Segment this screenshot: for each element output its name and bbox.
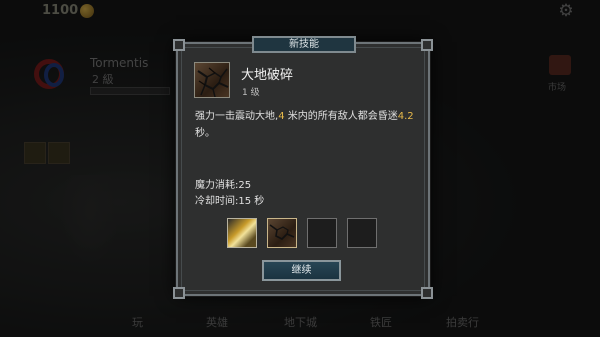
earth-shatter-slot-icon[interactable]: [267, 218, 297, 248]
empty-skill-slot[interactable]: [307, 218, 337, 248]
frame-corner: [173, 287, 185, 299]
bottom-nav: 玩 英雄 地下城 铁匠 拍卖行: [0, 300, 600, 337]
desc-text: 米内的所有敌人都会昏迷: [284, 111, 398, 122]
xp-bar: [90, 87, 170, 95]
hero-level: 2 級: [92, 73, 114, 86]
top-bar: 1100 ⚙: [0, 0, 600, 22]
empty-skill-slot[interactable]: [347, 218, 377, 248]
ability-slot-icon[interactable]: [24, 142, 46, 164]
hero-emblem-icon[interactable]: [30, 55, 70, 115]
nav-auction-house[interactable]: 拍卖行: [446, 314, 479, 330]
frame-corner: [421, 287, 433, 299]
blade-skill-slot-icon[interactable]: [227, 218, 257, 248]
gold-coin-icon: [80, 4, 94, 18]
gear-icon[interactable]: ⚙: [557, 2, 575, 20]
dialog-title: 新技能: [252, 36, 356, 53]
frame-corner: [421, 39, 433, 51]
continue-button[interactable]: 继续: [262, 260, 341, 281]
cooldown: 冷却时间:15 秒: [195, 196, 265, 207]
skill-name: 大地破碎: [241, 68, 294, 83]
skill-level: 1 级: [242, 88, 260, 98]
skill-description: 强力一击震动大地,4 米内的所有敌人都会昏迷4.2 秒。: [195, 108, 417, 142]
nav-dungeon[interactable]: 地下城: [284, 314, 317, 330]
nav-heroes[interactable]: 英雄: [206, 314, 228, 330]
desc-duration: 4.2: [397, 111, 414, 122]
new-skill-dialog: 新技能 大地破碎 1 级 强力一击震动大地,4 米内的所有敌人都会昏迷4.2 秒…: [173, 36, 433, 299]
gold-amount: 1100: [42, 3, 79, 18]
nav-play[interactable]: 玩: [132, 314, 143, 330]
mana-cost: 魔力消耗:25: [195, 180, 252, 191]
earth-shatter-skill-icon: [194, 62, 230, 98]
ability-slot-icon[interactable]: [48, 142, 70, 164]
desc-text: 强力一击震动大地,: [195, 111, 279, 122]
hero-name: Tormentis: [90, 56, 149, 70]
desc-text: 秒。: [195, 128, 215, 139]
nav-blacksmith[interactable]: 铁匠: [370, 314, 392, 330]
market-label: 市场: [548, 83, 567, 93]
hero-character: [60, 175, 120, 265]
market-icon[interactable]: [549, 55, 571, 75]
frame-corner: [173, 39, 185, 51]
